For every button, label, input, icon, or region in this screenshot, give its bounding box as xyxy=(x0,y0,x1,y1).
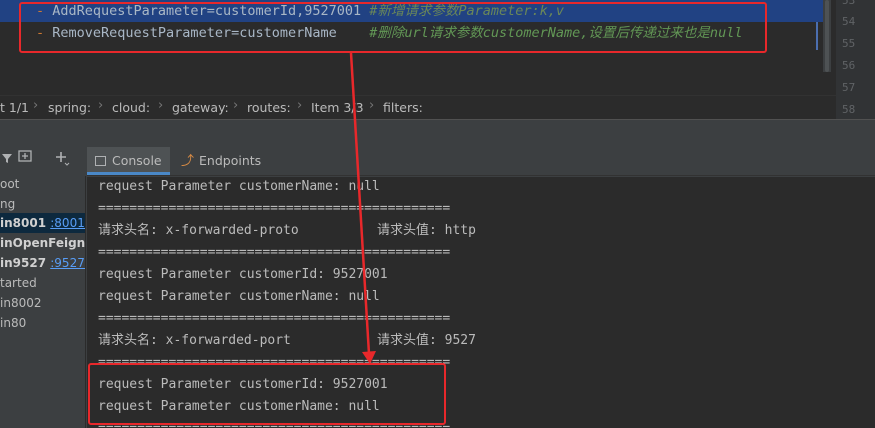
service-item[interactable]: in8002 xyxy=(0,293,41,313)
console-line: ========================================… xyxy=(98,311,451,326)
line-number: 54 xyxy=(842,15,856,28)
service-item-openfeign[interactable]: inOpenFeign8 xyxy=(0,233,86,253)
service-port-link[interactable]: :9527/ xyxy=(50,256,85,270)
services-toolbar xyxy=(0,150,87,171)
annotation-box-config xyxy=(19,2,767,53)
line-number: 56 xyxy=(842,59,856,72)
filter-icon[interactable] xyxy=(0,150,14,170)
breadcrumb: t 1/1 › spring: › cloud: › gateway: › ro… xyxy=(0,95,836,119)
console-line: ========================================… xyxy=(98,201,451,216)
console-line: 请求头名: x-forwarded-port 请求头值: 9527 xyxy=(98,333,476,348)
service-item[interactable]: in80 xyxy=(0,313,26,333)
service-label: in9527 xyxy=(0,256,47,270)
group-icon[interactable] xyxy=(15,150,35,170)
console-icon xyxy=(95,155,106,166)
breadcrumb-separator: › xyxy=(33,98,39,113)
services-tree: oot ng in8001 :8001/ inOpenFeign8 in9527… xyxy=(0,176,86,428)
service-item[interactable]: oot xyxy=(0,176,19,194)
service-label: oot xyxy=(0,177,20,191)
service-item[interactable]: ng xyxy=(0,194,15,214)
tab-endpoints[interactable]: ⤴ Endpoints xyxy=(173,147,269,175)
breadcrumb-item[interactable]: gateway: xyxy=(172,100,229,115)
breadcrumb-separator: › xyxy=(297,98,303,113)
line-number: 57 xyxy=(842,81,856,94)
service-label: tarted xyxy=(0,276,37,290)
tab-label: Console xyxy=(112,153,162,168)
breadcrumb-item[interactable]: filters: xyxy=(383,100,423,115)
breadcrumb-separator: › xyxy=(369,98,375,113)
tool-tabs: Console ⤴ Endpoints xyxy=(87,147,875,176)
breadcrumb-separator: › xyxy=(233,98,239,113)
line-number: 55 xyxy=(842,37,856,50)
line-number: 53 xyxy=(842,0,856,7)
console-line: request Parameter customerId: 9527001 xyxy=(98,267,388,282)
console-line: request Parameter customerName: null xyxy=(98,179,380,194)
service-label: in80 xyxy=(0,316,27,330)
line-number-gutter: 53 54 55 56 57 58 xyxy=(836,0,875,120)
scrollbar-thumb[interactable] xyxy=(825,0,829,72)
add-icon[interactable] xyxy=(52,150,72,170)
console-line: request Parameter customerName: null xyxy=(98,289,380,304)
tab-label: Endpoints xyxy=(199,153,262,168)
service-label: inOpenFeign8 xyxy=(0,236,86,250)
service-label: in8001 xyxy=(0,216,47,230)
tab-console[interactable]: Console xyxy=(87,147,170,175)
service-port-link[interactable]: :8001/ xyxy=(50,216,85,230)
breadcrumb-item[interactable]: t 1/1 xyxy=(0,100,29,115)
service-item-main8001[interactable]: in8001 :8001/ xyxy=(0,213,85,233)
breadcrumb-item[interactable]: routes: xyxy=(247,100,291,115)
service-item[interactable]: tarted xyxy=(0,273,37,293)
breadcrumb-item[interactable]: spring: xyxy=(48,100,91,115)
service-label: ng xyxy=(0,197,16,211)
console-line: 请求头名: x-forwarded-proto 请求头值: http xyxy=(98,223,476,238)
breadcrumb-item[interactable]: Item 3/3 xyxy=(311,100,364,115)
service-label: in8002 xyxy=(0,296,42,310)
annotation-box-output xyxy=(88,363,446,425)
console-line: ========================================… xyxy=(98,245,451,260)
breadcrumb-item[interactable]: cloud: xyxy=(112,100,150,115)
service-item-main9527[interactable]: in9527 :9527/ xyxy=(0,253,85,273)
breadcrumb-separator: › xyxy=(158,98,164,113)
endpoints-icon: ⤴ xyxy=(181,154,195,169)
breadcrumb-separator: › xyxy=(98,98,104,113)
editor-scrollbar[interactable] xyxy=(823,0,831,72)
change-marker xyxy=(816,22,818,50)
line-number: 58 xyxy=(842,103,856,116)
